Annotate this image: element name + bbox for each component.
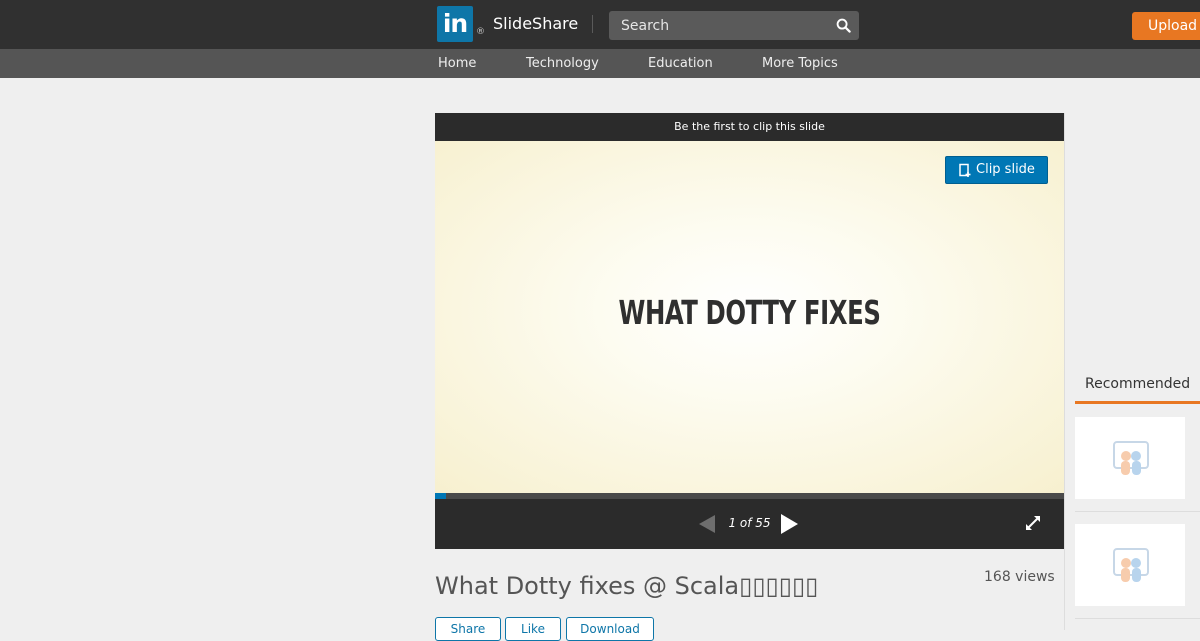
- slide-view[interactable]: WHAT DOTTY FIXES Clip slide: [435, 141, 1064, 493]
- slide-title: WHAT DOTTY FIXES: [618, 293, 881, 332]
- nav-item-education[interactable]: Education: [648, 56, 713, 71]
- slideshare-placeholder-icon: [1113, 441, 1149, 475]
- sidebar-divider: [1064, 113, 1065, 630]
- triangle-left-icon[interactable]: [697, 514, 717, 534]
- clip-slide-label: Clip slide: [976, 162, 1035, 177]
- nav-item-more-topics[interactable]: More Topics: [762, 56, 838, 71]
- clip-icon: [959, 163, 971, 177]
- triangle-right-icon[interactable]: [778, 513, 800, 535]
- search-input[interactable]: [609, 11, 825, 40]
- linkedin-logo[interactable]: in: [437, 6, 473, 42]
- top-bar: in ® SlideShare Upload: [0, 0, 1200, 49]
- nav-item-technology[interactable]: Technology: [526, 56, 599, 71]
- nav-item-home[interactable]: Home: [438, 56, 476, 71]
- slide-player: Be the first to clip this slide WHAT DOT…: [435, 113, 1064, 549]
- clip-prompt: Be the first to clip this slide: [674, 120, 825, 133]
- view-count: 168 views: [984, 569, 1055, 585]
- like-button[interactable]: Like: [505, 617, 561, 641]
- search-icon[interactable]: [836, 18, 851, 33]
- share-button[interactable]: Share: [435, 617, 501, 641]
- header-divider: [592, 15, 593, 33]
- document-title: What Dotty fixes @ Scala▯▯▯▯▯▯: [435, 572, 819, 600]
- brand-name[interactable]: SlideShare: [493, 14, 578, 33]
- registered-mark: ®: [476, 27, 485, 37]
- player-controls: 1 of 55: [435, 499, 1064, 549]
- recommended-underline: [1075, 401, 1200, 404]
- nav-bar: Home Technology Education More Topics: [0, 49, 1200, 78]
- expand-icon[interactable]: [1024, 514, 1042, 532]
- recommended-item[interactable]: [1075, 524, 1185, 606]
- slide-counter: 1 of 55: [728, 516, 771, 530]
- slideshare-placeholder-icon: [1113, 548, 1149, 582]
- download-button[interactable]: Download: [566, 617, 654, 641]
- recommended-separator: [1075, 618, 1200, 619]
- recommended-heading[interactable]: Recommended: [1085, 376, 1190, 392]
- recommended-item[interactable]: [1075, 417, 1185, 499]
- clip-slide-button[interactable]: Clip slide: [945, 156, 1048, 184]
- search-box: [609, 11, 859, 40]
- recommended-separator: [1075, 511, 1200, 512]
- upload-button[interactable]: Upload: [1132, 12, 1200, 40]
